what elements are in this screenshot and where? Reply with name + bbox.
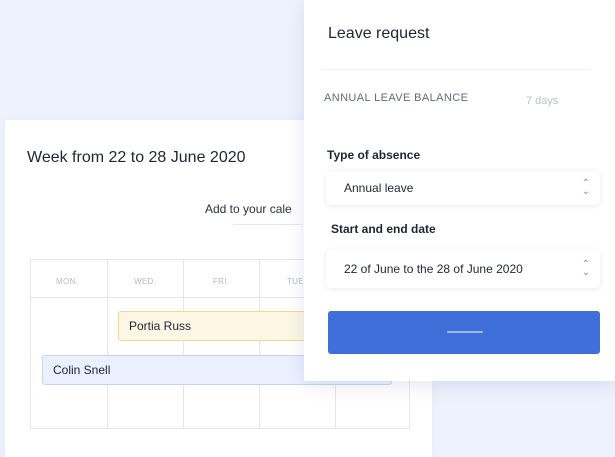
type-of-absence-select[interactable]: Annual leave ⌃ ⌄ <box>326 171 600 205</box>
day-label-mon: MON. <box>56 277 79 286</box>
add-to-calendar-link[interactable]: Add to your cale <box>205 202 292 216</box>
calendar-title: Week from 22 to 28 June 2020 <box>27 149 246 166</box>
select-chevron-icon: ⌃ ⌄ <box>581 178 590 197</box>
panel-title: Leave request <box>328 25 430 42</box>
select-chevron-icon: ⌃ ⌄ <box>581 259 590 278</box>
type-of-absence-label: Type of absence <box>327 148 421 162</box>
start-end-date-label: Start and end date <box>331 222 436 236</box>
balance-label: ANNUAL LEAVE BALANCE <box>324 92 469 104</box>
balance-value: 7 days <box>526 95 559 107</box>
grid-column-line <box>107 260 108 428</box>
type-of-absence-value: Annual leave <box>344 181 414 195</box>
grid-column-line <box>259 260 260 428</box>
event-portia-russ[interactable]: Portia Russ <box>118 311 318 341</box>
day-label-wed: WED. <box>134 277 157 286</box>
grid-column-line <box>183 260 184 428</box>
start-end-date-select[interactable]: 22 of June to the 28 of June 2020 ⌃ ⌄ <box>326 250 600 288</box>
leave-request-panel: Leave request ANNUAL LEAVE BALANCE 7 day… <box>304 0 615 381</box>
day-label-fri: FRI. <box>213 277 230 286</box>
add-to-calendar-divider <box>233 224 303 225</box>
start-end-date-value: 22 of June to the 28 of June 2020 <box>344 262 523 276</box>
submit-button[interactable] <box>328 311 600 354</box>
loading-bar-icon <box>447 331 483 333</box>
panel-divider <box>322 69 590 70</box>
